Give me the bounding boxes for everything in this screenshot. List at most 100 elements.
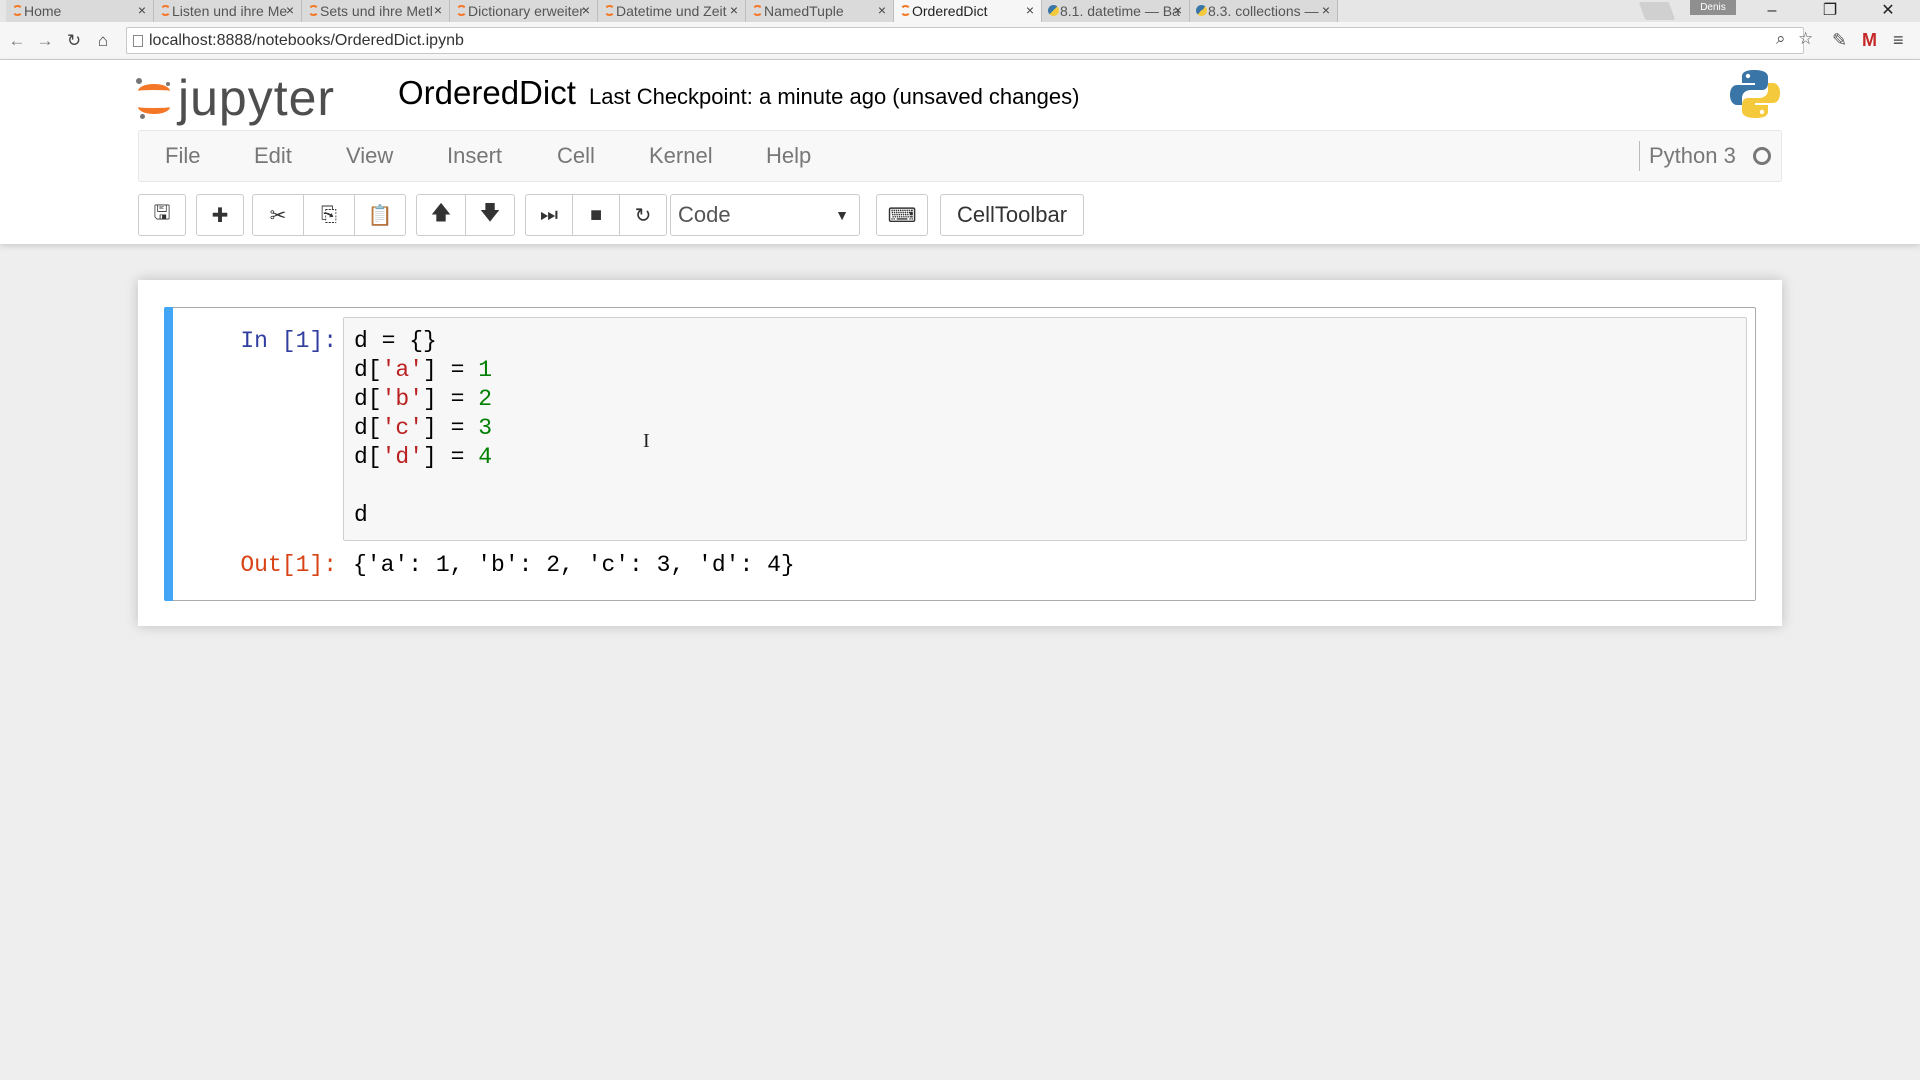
checkpoint-status: Last Checkpoint: a minute ago (unsaved c… [589,84,1080,109]
browser-tab[interactable]: NamedTuple × [746,0,894,22]
code-token: d[ [354,357,382,383]
code-cell[interactable]: In [1]: d = {} d['a'] = 1 d['b'] = 2 d['c']… [164,307,1756,601]
browser-tab[interactable]: Datetime und Zeit × [598,0,746,22]
browser-tab[interactable]: 8.3. collections — × [1190,0,1338,22]
url-text: localhost:8888/notebooks/OrderedDict.ipy… [149,32,464,49]
tab-close-icon[interactable]: × [1026,2,1034,18]
paste-icon: 📋 [367,204,393,227]
menu-view[interactable]: View [346,131,393,181]
move-down-icon: 🡇 [479,202,501,224]
back-icon[interactable]: ← [6,31,28,51]
url-bar[interactable]: localhost:8888/notebooks/OrderedDict.ipy… [126,27,1804,54]
menu-edit[interactable]: Edit [254,131,292,181]
insert-cell-button[interactable]: ✚ [196,194,244,236]
menu-kernel[interactable]: Kernel [649,131,713,181]
menu-insert[interactable]: Insert [447,131,502,181]
kernel-idle-indicator-icon [1753,147,1771,165]
restart-button[interactable]: ↻ [619,194,667,236]
menu-help[interactable]: Help [766,131,811,181]
number-token: 3 [478,415,493,441]
window-close-button[interactable]: ✕ [1860,0,1916,22]
code-token: ] = [423,357,479,383]
cell-type-select[interactable]: Code ▼ [670,194,860,236]
menubar: File Edit View Insert Cell Kernel Help P… [138,130,1782,182]
code-line: d['a'] = 1 [354,356,492,385]
browser-tab[interactable]: Listen und ihre Me × [154,0,302,22]
run-button[interactable]: ⏭ [525,194,573,236]
code-line: d = {} [354,327,492,356]
code-token: ] = [423,386,479,412]
browser-tab[interactable]: Home × [6,0,154,22]
tab-label: 8.3. collections — [1208,3,1319,19]
code-token: d[ [354,386,382,412]
string-token: 'b' [381,386,424,412]
restore-button[interactable]: ❐ [1802,0,1858,22]
move-up-button[interactable]: 🡅 [416,194,466,236]
page-icon [133,35,143,47]
tab-close-icon[interactable]: × [1322,2,1330,18]
move-down-button[interactable]: 🡇 [465,194,515,236]
python-favicon-icon [1196,5,1207,16]
bookmark-star-icon[interactable]: ☆ [1798,29,1813,49]
zoom-icon[interactable]: ⌕ [1776,29,1786,49]
tab-close-icon[interactable]: × [878,2,886,18]
code-token: d [354,502,368,528]
code-token: ] = [423,444,479,470]
python-favicon-icon [1048,5,1059,16]
tab-label: Dictionary erweiter [468,3,584,19]
tab-close-icon[interactable]: × [730,2,738,18]
interrupt-button[interactable]: ■ [572,194,620,236]
kernel-name[interactable]: Python 3 [1649,131,1736,181]
save-button[interactable]: 🖫 [138,194,186,236]
copy-button[interactable]: ⎘ [303,194,355,236]
number-token: 1 [478,357,493,383]
output-prompt: Out[1]: [240,552,337,578]
new-tab-button[interactable] [1638,2,1676,20]
notebook-header: jupyter OrderedDict Last Checkpoint: a m… [0,60,1920,244]
jupyter-logo[interactable]: jupyter [136,72,335,124]
tab-close-icon[interactable]: × [286,2,294,18]
stop-icon: ■ [589,203,603,226]
tab-label: 8.1. datetime — Ba [1060,3,1180,19]
user-profile-badge[interactable]: Denis [1690,0,1736,15]
tab-label: Sets und ihre Metl [320,3,433,19]
browser-tab[interactable]: Dictionary erweiter × [450,0,598,22]
forward-icon[interactable]: → [34,31,56,51]
reload-icon[interactable]: ↻ [63,31,85,51]
code-line: d['b'] = 2 [354,385,492,414]
celltoolbar-button[interactable]: CellToolbar [940,194,1084,236]
code-token: ] = [423,415,479,441]
tab-close-icon[interactable]: × [582,2,590,18]
number-token: 2 [478,386,493,412]
paste-button[interactable]: 📋 [354,194,406,236]
tab-close-icon[interactable]: × [434,2,442,18]
code-line: d['d'] = 4 [354,443,492,472]
browser-tab[interactable]: OrderedDict × [894,0,1042,22]
code-editor[interactable]: d = {} d['a'] = 1 d['b'] = 2 d['c'] = 3 d['d… [343,317,1747,541]
notebook-title[interactable]: OrderedDict [398,74,576,112]
tab-close-icon[interactable]: × [1174,2,1182,18]
tab-close-icon[interactable]: × [138,2,146,18]
browser-tab[interactable]: 8.1. datetime — Ba × [1042,0,1190,22]
minimize-button[interactable]: – [1744,0,1800,22]
save-icon: 🖫 [153,202,171,224]
string-token: 'c' [381,415,424,441]
browser-tab[interactable]: Sets und ihre Metl × [302,0,450,22]
jupyter-favicon-icon [456,5,467,16]
menu-file[interactable]: File [165,131,200,181]
jupyter-favicon-icon [900,5,911,16]
command-palette-button[interactable]: ⌨ [876,194,928,236]
code-line: d['c'] = 3 [354,414,492,443]
cut-button[interactable]: ✂ [252,194,304,236]
cell-output: {'a': 1, 'b': 2, 'c': 3, 'd': 4} [353,552,795,578]
code-text: d = {} d['a'] = 1 d['b'] = 2 d['c'] = 3 d['d… [354,327,492,530]
home-icon[interactable]: ⌂ [92,31,114,51]
code-token: d[ [354,444,382,470]
gmail-icon[interactable]: M [1862,30,1877,51]
extension-icon[interactable]: ✎ [1832,30,1847,51]
restart-icon: ↻ [634,204,652,227]
browser-menu-icon[interactable]: ≡ [1893,30,1904,51]
menu-cell[interactable]: Cell [557,131,595,181]
copy-icon: ⎘ [321,203,337,226]
cell-selection-bar [164,307,173,601]
